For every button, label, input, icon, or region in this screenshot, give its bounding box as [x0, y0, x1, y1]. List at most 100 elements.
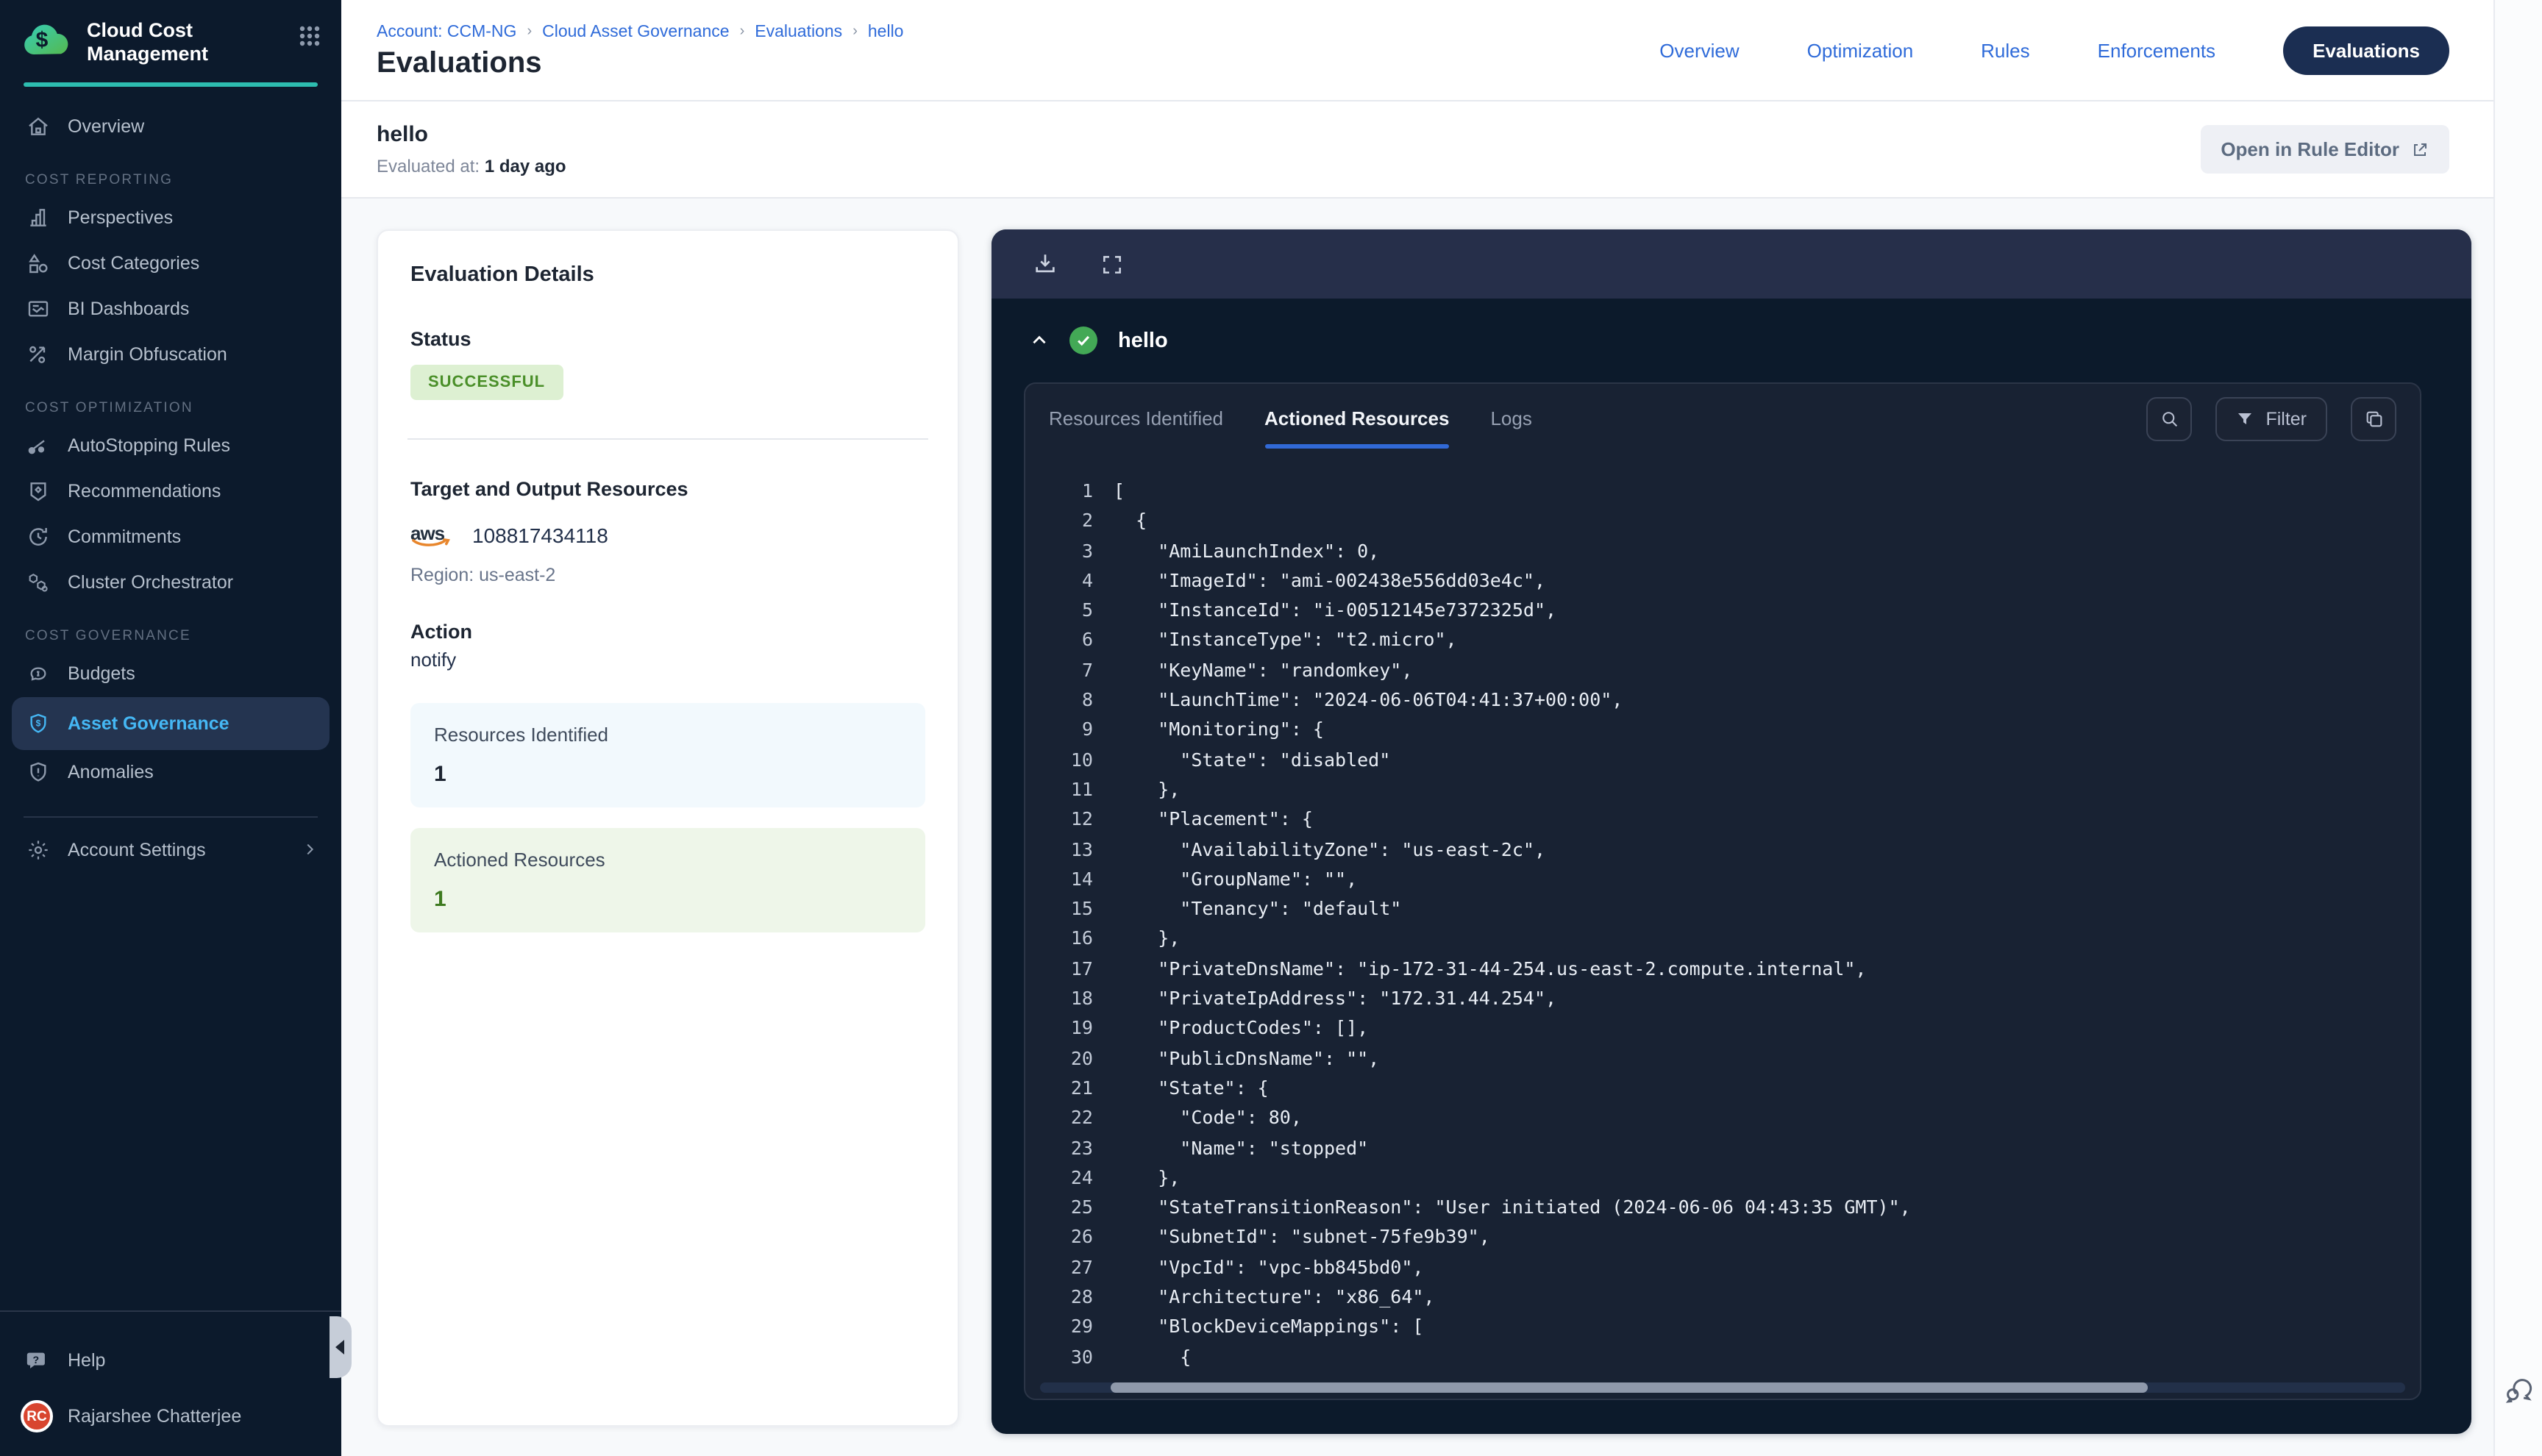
sidebar-nav: Overview COST REPORTING Perspectives Cos…: [0, 104, 341, 882]
sidebar-collapse-handle[interactable]: [330, 1316, 352, 1378]
results-actions: Filter: [2146, 396, 2396, 440]
line-number: 2: [1025, 507, 1093, 537]
code-editor[interactable]: 1 [ 2 { 3 "AmiLaunchIndex":: [1025, 453, 2420, 1399]
sidebar-item-label: Anomalies: [68, 763, 154, 783]
sidebar-item-account-settings[interactable]: Account Settings: [0, 818, 341, 882]
run-header-row: hello: [991, 299, 2471, 382]
sidebar-item-label: Margin Obfuscation: [68, 345, 227, 365]
tab-logs[interactable]: Logs: [1490, 384, 1531, 453]
line-number: 21: [1025, 1074, 1093, 1104]
sidebar-item-anomalies[interactable]: Anomalies: [0, 750, 341, 796]
sidebar-item-bi-dashboards[interactable]: BI Dashboards: [0, 287, 341, 332]
line-text: "GroupName": "",: [1114, 865, 1357, 895]
sidebar-item-label: Overview: [68, 117, 144, 138]
sidebar-item-budgets[interactable]: Budgets: [0, 652, 341, 697]
results-tabs: Resources Identified Actioned Resources …: [1025, 384, 2420, 453]
resources-identified-label: Resources Identified: [434, 724, 902, 746]
collapse-run-chevron-icon[interactable]: [1030, 331, 1049, 350]
success-check-icon: [1069, 326, 1097, 354]
line-text: "Monitoring": {: [1114, 715, 1324, 746]
breadcrumb-separator-icon: ›: [527, 24, 532, 40]
line-text: "Placement": {: [1114, 805, 1313, 835]
sidebar-item-overview[interactable]: Overview: [0, 104, 341, 150]
cluster-hexagon-icon: [25, 571, 50, 596]
filter-button[interactable]: Filter: [2215, 396, 2327, 440]
details-divider: [407, 438, 928, 440]
breadcrumb-account-link[interactable]: Account: CCM-NG: [377, 23, 516, 40]
copy-button[interactable]: [2351, 396, 2396, 440]
line-text: "State": {: [1114, 1074, 1269, 1104]
line-text: "Code": 80,: [1114, 1103, 1302, 1133]
horizontal-scrollbar[interactable]: [1040, 1382, 2405, 1393]
recommendation-badge-icon: [25, 479, 50, 504]
line-text: },: [1114, 1163, 1180, 1193]
svg-text:$: $: [35, 718, 40, 728]
sidebar-item-cost-categories[interactable]: Cost Categories: [0, 241, 341, 287]
tab-rules[interactable]: Rules: [1981, 40, 2030, 62]
line-text: "StateTransitionReason": "User initiated…: [1114, 1193, 1911, 1223]
module-tabs: Overview Optimization Rules Enforcements…: [1659, 0, 2449, 101]
code-line: 20 "PublicDnsName": "",: [1025, 1043, 2420, 1074]
sidebar-item-asset-governance[interactable]: $ Asset Governance: [12, 697, 330, 750]
sidebar-item-autostopping[interactable]: AutoStopping Rules: [0, 424, 341, 469]
tab-actioned-resources[interactable]: Actioned Resources: [1264, 384, 1449, 453]
line-number: 18: [1025, 984, 1093, 1014]
breadcrumb-item-link[interactable]: hello: [868, 23, 904, 40]
avatar: RC: [21, 1400, 53, 1432]
sidebar-item-label: Budgets: [68, 664, 135, 685]
open-in-rule-editor-button[interactable]: Open in Rule Editor: [2200, 125, 2449, 174]
evaluation-details-card: Evaluation Details Status SUCCESSFUL Tar…: [377, 229, 959, 1427]
tab-evaluations-active[interactable]: Evaluations: [2283, 26, 2449, 75]
code-line: 26 "SubnetId": "subnet-75fe9b39",: [1025, 1223, 2420, 1253]
funnel-icon: [2236, 410, 2254, 427]
piggy-bank-icon: [25, 662, 50, 687]
line-text: "InstanceType": "t2.micro",: [1114, 626, 1457, 656]
line-number: 5: [1025, 596, 1093, 626]
shield-alert-icon: [25, 760, 50, 785]
code-line: 22 "Code": 80,: [1025, 1103, 2420, 1133]
sidebar-item-perspectives[interactable]: Perspectives: [0, 196, 341, 241]
fullscreen-button[interactable]: [1097, 249, 1127, 279]
breadcrumb-separator-icon: ›: [852, 24, 858, 40]
results-card: Resources Identified Actioned Resources …: [1024, 382, 2421, 1400]
search-button[interactable]: [2146, 396, 2192, 440]
sidebar-item-commitments[interactable]: Commitments: [0, 515, 341, 560]
target-resources-label: Target and Output Resources: [410, 478, 925, 500]
breadcrumb-page-link[interactable]: Evaluations: [755, 23, 842, 40]
line-text: {: [1114, 1342, 1191, 1372]
sidebar: $ Cloud Cost Management Overview COST R: [0, 0, 341, 1456]
shield-dollar-icon: $: [25, 711, 50, 736]
sidebar-item-recommendations[interactable]: Recommendations: [0, 469, 341, 515]
help-label: Help: [68, 1350, 105, 1371]
sidebar-item-label: AutoStopping Rules: [68, 436, 230, 457]
panel-toolbar: [991, 229, 2471, 299]
tab-overview[interactable]: Overview: [1659, 40, 1739, 62]
resources-identified-value: 1: [434, 762, 902, 787]
sidebar-item-margin-obfuscation[interactable]: Margin Obfuscation: [0, 332, 341, 378]
tab-optimization[interactable]: Optimization: [1807, 40, 1914, 62]
tab-enforcements[interactable]: Enforcements: [2098, 40, 2215, 62]
horizontal-scrollbar-thumb[interactable]: [1111, 1382, 2148, 1393]
support-chat-icon[interactable]: [2503, 1375, 2534, 1406]
main-content: Account: CCM-NG › Cloud Asset Governance…: [341, 0, 2493, 1456]
code-line: 1 [: [1025, 477, 2420, 507]
tab-resources-identified[interactable]: Resources Identified: [1049, 384, 1223, 453]
action-value: notify: [410, 649, 925, 671]
module-accent-rule: [24, 82, 318, 87]
section-label-cost-optimization: COST OPTIMIZATION: [25, 400, 341, 416]
evaluated-at-label: Evaluated at:: [377, 156, 480, 176]
breadcrumb-module-link[interactable]: Cloud Asset Governance: [542, 23, 729, 40]
line-number: 13: [1025, 835, 1093, 865]
download-button[interactable]: [1030, 249, 1059, 279]
sidebar-item-label: Perspectives: [68, 208, 173, 229]
code-line: 13 "AvailabilityZone": "us-east-2c",: [1025, 835, 2420, 865]
code-line: 15 "Tenancy": "default": [1025, 894, 2420, 924]
code-line: 25 "StateTransitionReason": "User initia…: [1025, 1193, 2420, 1223]
sidebar-item-cluster-orchestrator[interactable]: Cluster Orchestrator: [0, 560, 341, 606]
line-number: 10: [1025, 745, 1093, 775]
app-grid-icon[interactable]: [299, 25, 321, 47]
user-menu[interactable]: RC Rajarshee Chatterjee: [0, 1391, 341, 1456]
breadcrumb: Account: CCM-NG › Cloud Asset Governance…: [377, 23, 904, 40]
line-text: "InstanceId": "i-00512145e7372325d",: [1114, 596, 1556, 626]
sidebar-item-help[interactable]: ? Help: [0, 1330, 341, 1391]
